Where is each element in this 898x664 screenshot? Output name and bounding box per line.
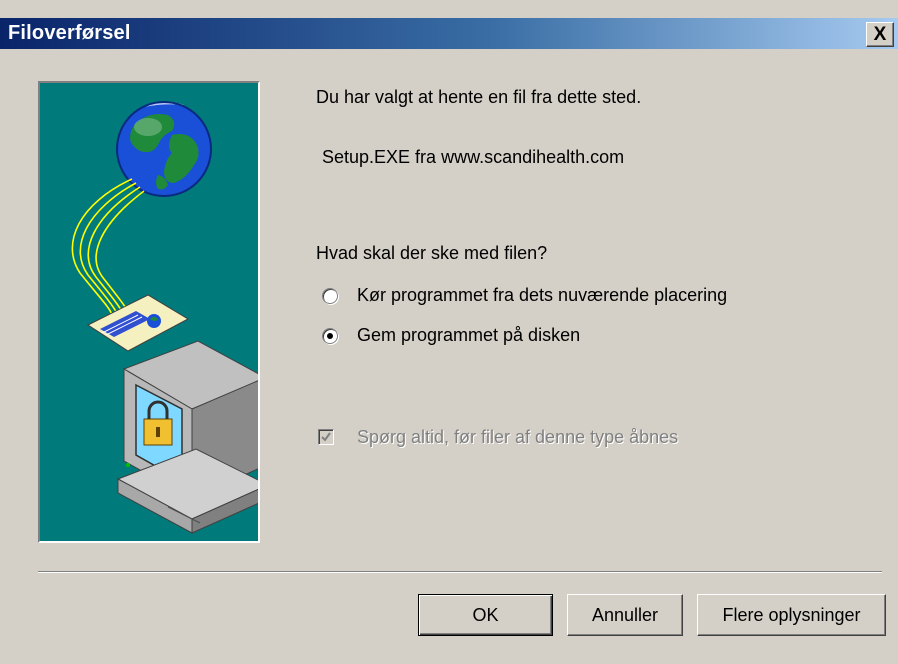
close-button[interactable]: X [866, 22, 894, 47]
run-program-radio[interactable] [322, 288, 338, 304]
question-text: Hvad skal der ske med filen? [316, 243, 548, 263]
ok-button[interactable]: OK [418, 594, 553, 636]
always-ask-label: Spørg altid, før filer af denne type åbn… [357, 427, 679, 447]
file-download-dialog: Filoverførsel X Du har valgt at hente en… [0, 0, 898, 664]
save-program-label[interactable]: Gem programmet på disken [357, 325, 580, 346]
title-bar[interactable]: Filoverførsel X [0, 18, 898, 49]
radio-selected-dot [327, 333, 333, 339]
download-wires [71, 178, 145, 316]
globe-icon [116, 101, 212, 197]
cancel-button[interactable]: Annuller [567, 594, 683, 636]
always-ask-checkbox[interactable] [318, 429, 334, 445]
download-illustration [38, 81, 260, 543]
file-source-text: Setup.EXE fra www.scandihealth.com [322, 147, 625, 167]
document-icon [86, 294, 190, 352]
close-icon: X [873, 24, 887, 45]
run-program-label[interactable]: Kør programmet fra dets nuværende placer… [357, 285, 727, 306]
info-text: Du har valgt at hente en fil fra dette s… [316, 87, 642, 107]
checkmark-icon [321, 432, 331, 442]
window-title: Filoverførsel [8, 22, 131, 44]
separator-line [38, 571, 882, 573]
computer-icon [116, 340, 258, 534]
more-info-button[interactable]: Flere oplysninger [697, 594, 886, 636]
globe-computer-lock-icon [71, 101, 258, 534]
save-program-radio[interactable] [322, 328, 338, 344]
